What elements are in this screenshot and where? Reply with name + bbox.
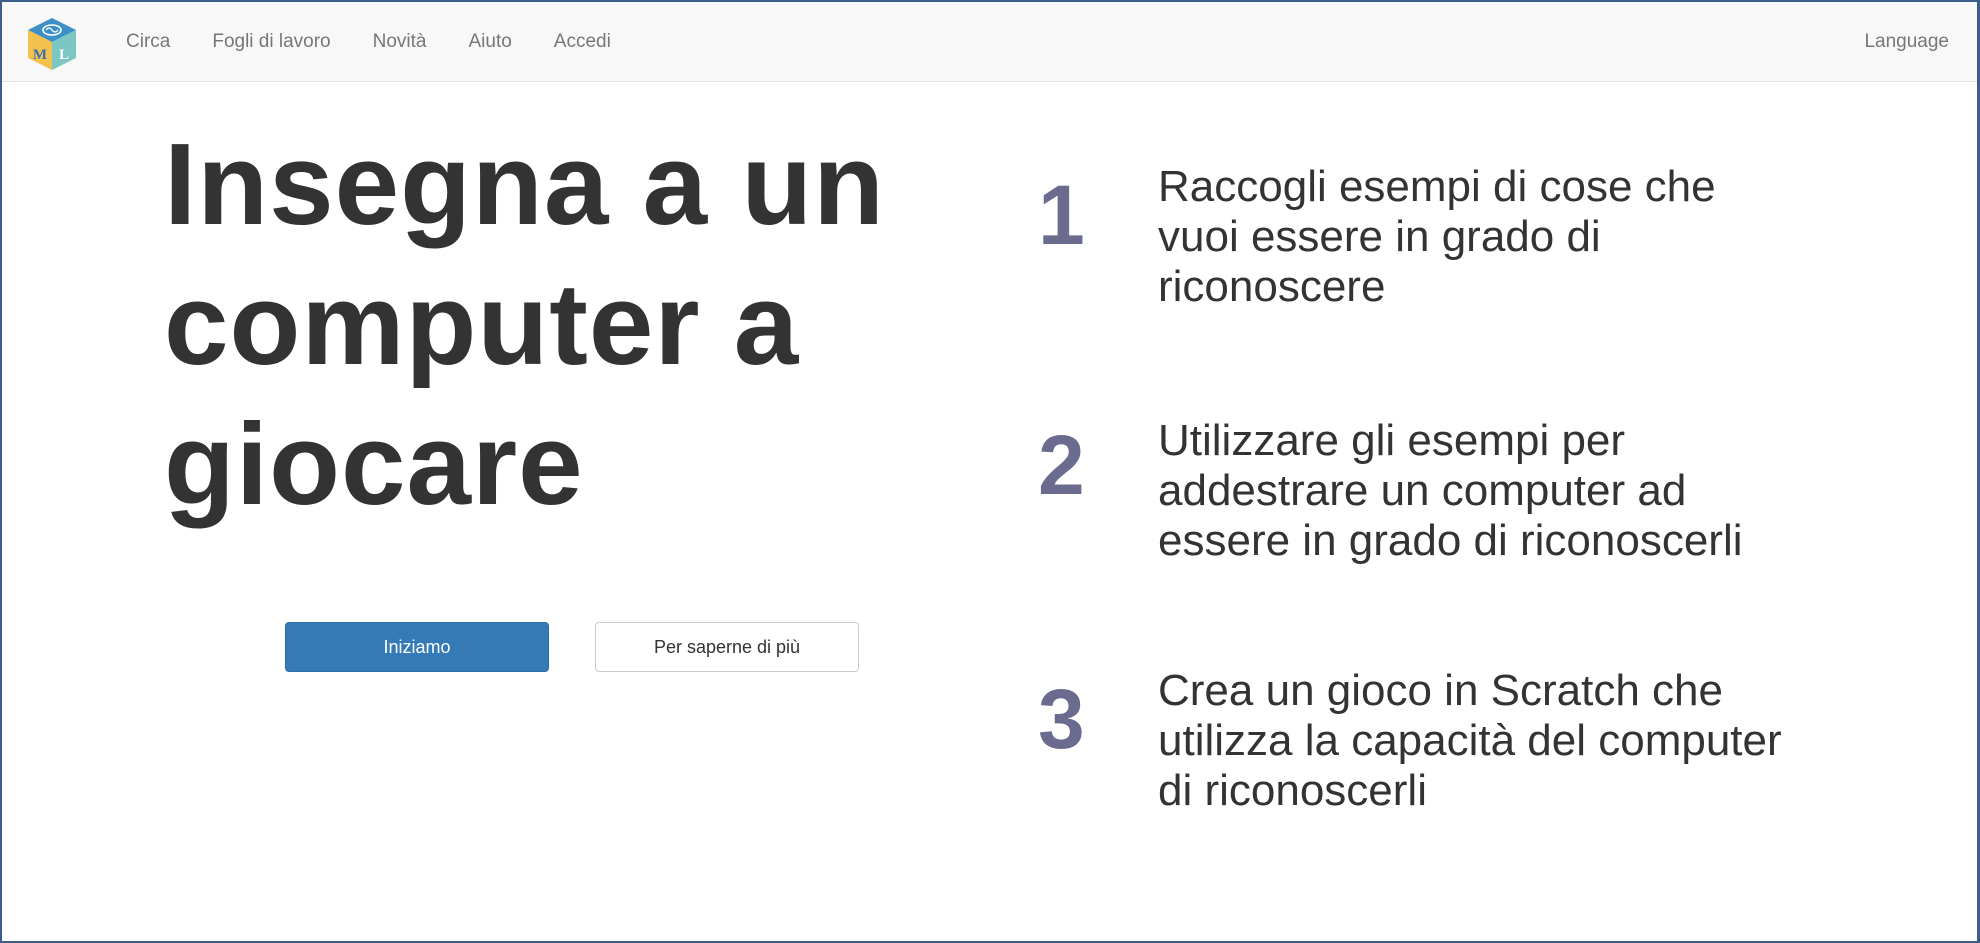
step-text-line: Utilizzare gli esempi per [1158, 416, 1626, 465]
logo-letter-m: M [33, 47, 47, 63]
hero-title-line-3: giocare [164, 399, 584, 529]
language-menu[interactable]: Language [1864, 2, 1949, 82]
step-text: Utilizzare gli esempi per addestrare un … [1158, 416, 1898, 566]
nav-link-circa[interactable]: Circa [126, 31, 170, 53]
step-text-line: addestrare un computer ad [1158, 466, 1687, 515]
navbar: M L Circa Fogli di lavoro Novità Aiuto A… [2, 2, 1977, 82]
step-text-line: essere in grado di riconoscerli [1158, 516, 1743, 565]
step-text-line: di riconoscerli [1158, 766, 1427, 815]
step-text-line: riconoscere [1158, 262, 1386, 311]
nav-link-accedi[interactable]: Accedi [554, 31, 611, 53]
hero-title: Insegna a un computer a giocare [164, 114, 964, 534]
page-frame: M L Circa Fogli di lavoro Novità Aiuto A… [0, 0, 1980, 943]
learn-more-button[interactable]: Per saperne di più [595, 622, 859, 672]
nav-link-aiuto[interactable]: Aiuto [468, 31, 511, 53]
hero-title-line-1: Insegna a un [164, 119, 886, 249]
nav-link-fogli-di-lavoro[interactable]: Fogli di lavoro [212, 31, 330, 53]
logo-letter-l: L [59, 47, 69, 63]
step-number: 1 [1038, 168, 1085, 262]
nav-link-novita[interactable]: Novità [373, 31, 427, 53]
step-text: Crea un gioco in Scratch che utilizza la… [1158, 666, 1898, 816]
ml-cube-logo-icon[interactable]: M L [26, 16, 78, 72]
step-text-line: utilizza la capacità del computer [1158, 716, 1782, 765]
step-number: 2 [1038, 418, 1085, 512]
step-text-line: Crea un gioco in Scratch che [1158, 666, 1723, 715]
nav-links: Circa Fogli di lavoro Novità Aiuto Acced… [126, 2, 653, 82]
step-text-line: vuoi essere in grado di [1158, 212, 1601, 261]
step-text-line: Raccogli esempi di cose che [1158, 162, 1716, 211]
get-started-button[interactable]: Iniziamo [285, 622, 549, 672]
step-number: 3 [1038, 672, 1085, 766]
hero-title-line-2: computer a [164, 259, 800, 389]
step-text: Raccogli esempi di cose che vuoi essere … [1158, 162, 1898, 312]
